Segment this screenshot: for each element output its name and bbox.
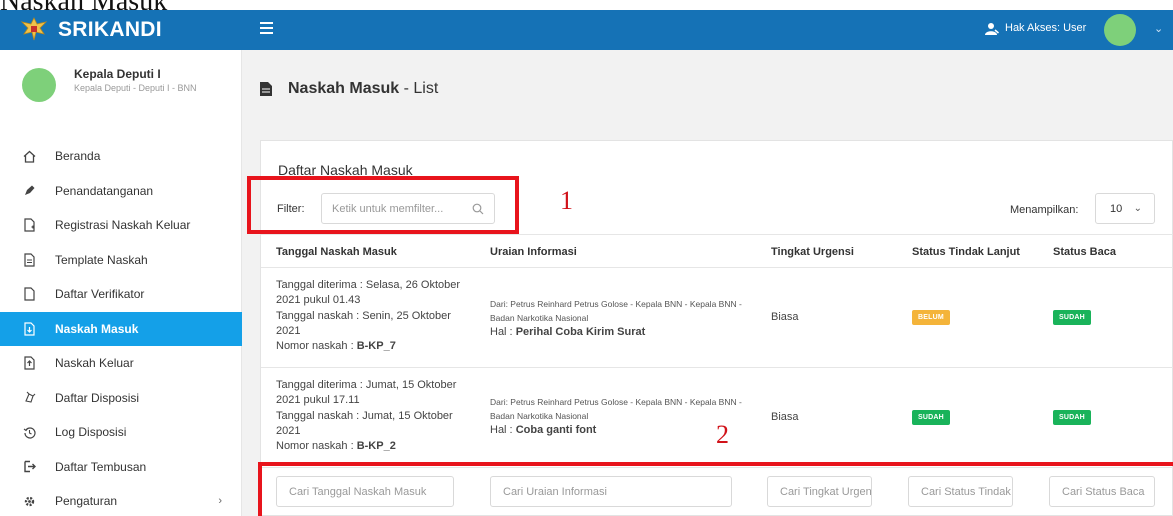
document-icon: [260, 82, 272, 96]
sidebar-item-label: Pengaturan: [55, 494, 118, 509]
number-line: Nomor naskah : B-KP_2: [276, 439, 466, 454]
sidebar-item-naskah-keluar[interactable]: Naskah Keluar: [0, 346, 242, 381]
status-badge: BELUM: [912, 310, 950, 325]
sidebar-item-beranda[interactable]: Beranda: [0, 139, 242, 174]
brand-bar[interactable]: SRIKANDI: [0, 10, 242, 50]
number-line: Nomor naskah : B-KP_7: [276, 339, 466, 354]
page: Naskah Masuk SRIKANDI Kepala Deputi I Ke…: [0, 0, 1173, 516]
annotation-number-1: 1: [560, 186, 573, 215]
page-size-value: 10: [1110, 202, 1123, 215]
header-uraian[interactable]: Uraian Informasi: [490, 246, 577, 258]
file-plus-icon: [22, 218, 36, 232]
chevron-down-icon[interactable]: ⌄: [1154, 22, 1163, 35]
number-label: Nomor naskah :: [276, 440, 357, 453]
subject-value: Perihal Coba Kirim Surat: [515, 326, 646, 338]
status-badge: SUDAH: [1053, 310, 1091, 325]
header-status-baca[interactable]: Status Baca: [1053, 246, 1116, 258]
sender-text: Dari: Petrus Reinhard Petrus Golose - Ke…: [490, 397, 742, 421]
pen-icon: [22, 184, 36, 198]
sidebar-item-daftar-disposisi[interactable]: Daftar Disposisi: [0, 381, 242, 416]
file-text-icon: [22, 253, 36, 267]
subject-label: Hal :: [490, 424, 516, 436]
chevron-down-icon: ⌄: [1133, 203, 1142, 214]
table-row[interactable]: Tanggal diterima : Jumat, 15 Oktober 202…: [261, 368, 1173, 468]
row-date-cell: Tanggal diterima : Selasa, 26 Oktober 20…: [276, 278, 466, 354]
forward-icon: [22, 460, 36, 474]
sidebar-item-label: Registrasi Naskah Keluar: [55, 218, 191, 233]
profile-role: Kepala Deputi - Deputi I - BNN: [74, 83, 197, 93]
sidebar-item-label: Daftar Verifikator: [55, 287, 145, 302]
urgency-text: Biasa: [771, 311, 799, 323]
number-label: Nomor naskah :: [276, 340, 357, 353]
date-text: Tanggal naskah : Jumat, 15 Oktober 2021: [276, 409, 453, 437]
row-info-cell: Dari: Petrus Reinhard Petrus Golose - Ke…: [490, 297, 750, 339]
annotation-number-2: 2: [716, 420, 729, 449]
header-urgensi[interactable]: Tingkat Urgensi: [771, 246, 854, 258]
file-in-icon: [22, 322, 36, 336]
user-icon: [985, 23, 999, 35]
header-tindak-lanjut[interactable]: Status Tindak Lanjut: [912, 246, 1020, 258]
top-bar: Hak Akses: User ⌄: [242, 10, 1173, 50]
avatar[interactable]: [22, 68, 56, 102]
sidebar-item-label: Beranda: [55, 149, 101, 164]
urgency-text: Biasa: [771, 411, 799, 423]
status-badge: SUDAH: [912, 410, 950, 425]
sidebar: SRIKANDI Kepala Deputi I Kepala Deputi -…: [0, 10, 242, 516]
page-title: Naskah Masuk - List: [260, 80, 438, 98]
sidebar-item-penandatanganan[interactable]: Penandatanganan: [0, 174, 242, 209]
number-value: B-KP_2: [356, 440, 396, 453]
header-tanggal[interactable]: Tanggal Naskah Masuk: [276, 246, 397, 258]
profile-panel: Kepala Deputi I Kepala Deputi - Deputi I…: [0, 50, 242, 130]
page-size-label: Menampilkan:: [1010, 204, 1079, 216]
sidebar-item-label: Template Naskah: [55, 252, 148, 267]
hamburger-menu-icon[interactable]: [260, 22, 273, 34]
gear-icon: [22, 494, 36, 508]
page-title-suffix: - List: [399, 80, 439, 97]
brand-name: SRIKANDI: [58, 18, 162, 41]
access-role-label[interactable]: Hak Akses: User: [1005, 22, 1086, 34]
subject-label: Hal :: [490, 326, 516, 338]
sidebar-item-daftar-tembusan[interactable]: Daftar Tembusan: [0, 450, 242, 485]
sidebar-item-template-naskah[interactable]: Template Naskah: [0, 243, 242, 278]
subject-line: Hal : Perihal Coba Kirim Surat: [490, 325, 750, 339]
sidebar-item-registrasi-naskah-keluar[interactable]: Registrasi Naskah Keluar: [0, 208, 242, 243]
sidebar-item-label: Penandatanganan: [55, 183, 154, 198]
page-title-main: Naskah Masuk: [288, 80, 400, 97]
garuda-logo-icon: [20, 17, 48, 41]
sidebar-item-label: Naskah Keluar: [55, 356, 134, 371]
sidebar-item-label: Daftar Disposisi: [55, 390, 140, 405]
home-icon: [22, 149, 36, 163]
sidebar-item-log-disposisi[interactable]: Log Disposisi: [0, 415, 242, 450]
table-row[interactable]: Tanggal diterima : Selasa, 26 Oktober 20…: [261, 268, 1173, 368]
sidebar-item-pengaturan[interactable]: Pengaturan ›: [0, 484, 242, 516]
number-value: B-KP_7: [356, 340, 396, 353]
sidebar-item-label: Log Disposisi: [55, 425, 127, 440]
sender-text: Dari: Petrus Reinhard Petrus Golose - Ke…: [490, 299, 742, 323]
received-text: Tanggal diterima : Jumat, 15 Oktober 202…: [276, 379, 457, 407]
history-icon: [22, 425, 36, 439]
avatar[interactable]: [1104, 14, 1136, 46]
sidebar-item-label: Naskah Masuk: [55, 321, 139, 336]
sidebar-item-daftar-verifikator[interactable]: Daftar Verifikator: [0, 277, 242, 312]
row-date-cell: Tanggal diterima : Jumat, 15 Oktober 202…: [276, 378, 466, 454]
subject-line: Hal : Coba ganti font: [490, 423, 750, 437]
annotation-box-column-search: [258, 462, 1173, 516]
subject-value: Coba ganti font: [515, 424, 597, 436]
sidebar-item-label: Daftar Tembusan: [55, 459, 147, 474]
chevron-right-icon: ›: [218, 495, 222, 508]
annotation-box-filter: [247, 176, 519, 234]
received-text: Tanggal diterima : Selasa, 26 Oktober 20…: [276, 279, 461, 307]
page-size-select[interactable]: 10 ⌄: [1095, 193, 1155, 224]
share-icon: [22, 391, 36, 405]
date-text: Tanggal naskah : Senin, 25 Oktober 2021: [276, 309, 451, 337]
sidebar-nav: Beranda Penandatanganan Registrasi Naska…: [0, 139, 242, 516]
table-header: Tanggal Naskah Masuk Uraian Informasi Ti…: [261, 234, 1173, 268]
sidebar-item-naskah-masuk[interactable]: Naskah Masuk: [0, 311, 242, 346]
file-out-icon: [22, 356, 36, 370]
main-content: Naskah Masuk - List Daftar Naskah Masuk …: [242, 50, 1173, 516]
row-info-cell: Dari: Petrus Reinhard Petrus Golose - Ke…: [490, 395, 750, 437]
profile-name: Kepala Deputi I: [74, 67, 161, 81]
status-badge: SUDAH: [1053, 410, 1091, 425]
file-icon: [22, 287, 36, 301]
